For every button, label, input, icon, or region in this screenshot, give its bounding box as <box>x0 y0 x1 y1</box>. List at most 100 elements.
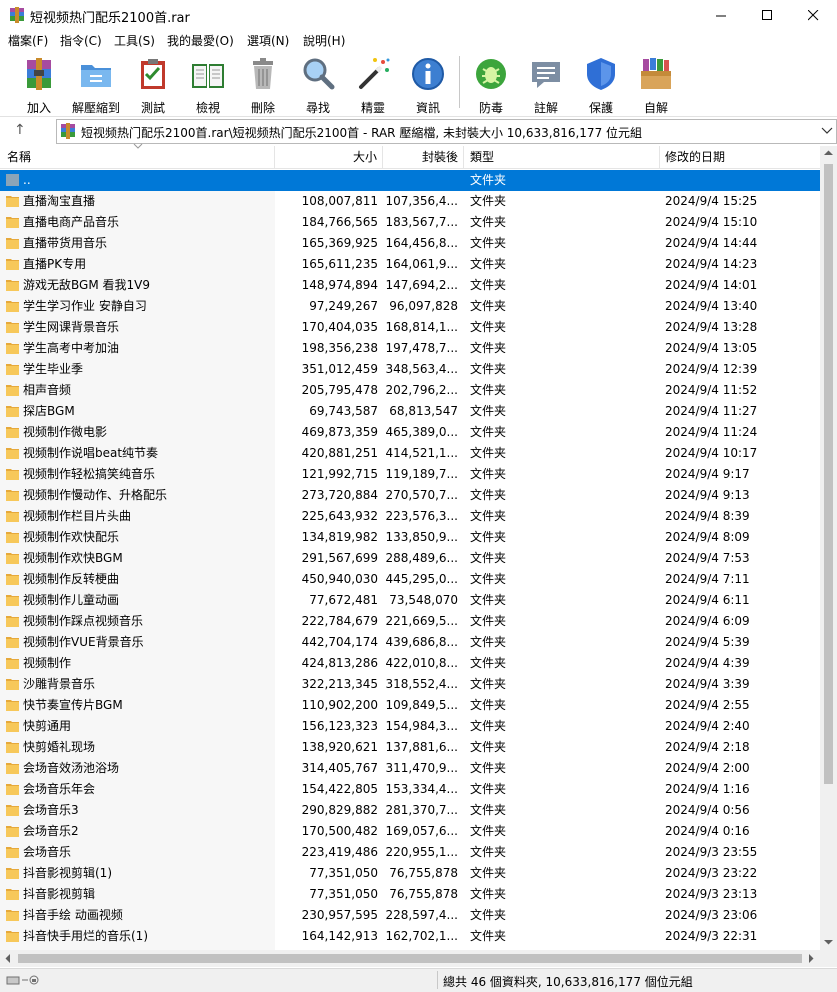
extract-to-button[interactable]: 解壓縮到 <box>66 54 126 115</box>
scroll-up-arrow-icon[interactable] <box>824 150 833 156</box>
close-button[interactable] <box>790 0 836 30</box>
table-row[interactable]: 视频制作说唱beat纯节奏 420,881,251 414,521,1... 文件夹 2… <box>0 443 820 464</box>
add-button[interactable]: 加入 <box>9 54 69 115</box>
antivirus-button[interactable]: 防毒 <box>461 54 521 115</box>
delete-button[interactable]: 刪除 <box>233 54 293 115</box>
file-modified: 2024/9/4 2:40 <box>665 719 750 733</box>
scroll-right-arrow-icon[interactable] <box>808 954 814 963</box>
protect-button[interactable]: 保護 <box>571 54 631 115</box>
table-row[interactable]: 抖音手绘 动画视频 230,957,595 228,597,4... 文件夹 2024/… <box>0 905 820 926</box>
wizard-button[interactable]: 精靈 <box>343 54 403 115</box>
file-modified: 2024/9/4 8:09 <box>665 530 750 544</box>
table-row[interactable]: 快节奏宣传片BGM 110,902,200 109,849,5... 文件夹 2024/… <box>0 695 820 716</box>
file-name: 视频制作 <box>23 656 72 670</box>
folder-icon <box>6 931 19 942</box>
table-row[interactable]: 视频制作反转梗曲 450,940,030 445,295,0... 文件夹 2024/9… <box>0 569 820 590</box>
vertical-scroll-thumb[interactable] <box>824 164 833 784</box>
table-row[interactable]: 直播PK专用 165,611,235 164,061,9... 文件夹 2024/9/4… <box>0 254 820 275</box>
horizontal-scroll-thumb[interactable] <box>18 954 802 963</box>
info-button[interactable]: 資訊 <box>398 54 458 115</box>
menu-commands[interactable]: 指令(C) <box>60 32 102 49</box>
table-row[interactable]: 抖音影视剪辑(1) 77,351,050 76,755,878 文件夹 2024/9/3… <box>0 863 820 884</box>
table-row[interactable]: 学生网课背景音乐 170,404,035 168,814,1... 文件夹 2024/9… <box>0 317 820 338</box>
table-row[interactable]: 直播带货用音乐 165,369,925 164,456,8... 文件夹 2024/9/… <box>0 233 820 254</box>
table-row[interactable]: 游戏无敌BGM 看我1V9 148,974,894 147,694,2... 文件夹 2… <box>0 275 820 296</box>
table-row[interactable]: 视频制作轻松搞笑纯音乐 121,992,715 119,189,7... 文件夹 202… <box>0 464 820 485</box>
file-modified: 2024/9/4 12:39 <box>665 362 758 376</box>
table-row[interactable]: 学生高考中考加油 198,356,238 197,478,7... 文件夹 2024/9… <box>0 338 820 359</box>
table-row[interactable]: 视频制作欢快配乐 134,819,982 133,850,9... 文件夹 2024/9… <box>0 527 820 548</box>
file-modified: 2024/9/4 5:39 <box>665 635 750 649</box>
menu-help[interactable]: 說明(H) <box>303 32 345 49</box>
table-row[interactable]: 会场音效汤池浴场 314,405,767 311,470,9... 文件夹 2024/9… <box>0 758 820 779</box>
table-row[interactable]: 相声音频 205,795,478 202,796,2... 文件夹 2024/9/4 1… <box>0 380 820 401</box>
sfx-button[interactable]: 自解 <box>626 54 686 115</box>
file-type: 文件夹 <box>470 467 507 481</box>
folder-icon <box>6 595 19 606</box>
table-row[interactable]: 视频制作VUE背景音乐 442,704,174 439,686,8... 文件夹 202… <box>0 632 820 653</box>
table-row[interactable]: 学生学习作业 安静自习 97,249,267 96,097,828 文件夹 2024/9… <box>0 296 820 317</box>
view-button[interactable]: 檢視 <box>178 54 238 115</box>
test-button[interactable]: 測試 <box>123 54 183 115</box>
menu-favorites[interactable]: 我的最愛(O) <box>167 32 234 49</box>
table-row[interactable]: 探店BGM 69,743,587 68,813,547 文件夹 2024/9/4 11:… <box>0 401 820 422</box>
table-row[interactable]: 视频制作儿童动画 77,672,481 73,548,070 文件夹 2024/9/4 … <box>0 590 820 611</box>
up-arrow-icon[interactable]: ↑ <box>14 122 26 138</box>
folder-icon <box>6 322 19 333</box>
scroll-left-arrow-icon[interactable] <box>5 954 11 963</box>
table-row[interactable]: 视频制作 424,813,286 422,010,8... 文件夹 2024/9/4 4… <box>0 653 820 674</box>
column-modified[interactable]: 修改的日期 <box>660 146 820 168</box>
horizontal-scrollbar[interactable] <box>0 950 820 967</box>
wizard-wand-icon <box>359 58 390 89</box>
table-row[interactable]: 视频制作微电影 469,873,359 465,389,0... 文件夹 2024/9/… <box>0 422 820 443</box>
column-size[interactable]: 大小 <box>275 146 383 168</box>
maximize-button[interactable] <box>744 0 790 30</box>
vertical-scrollbar[interactable] <box>820 146 837 950</box>
file-name: 会场音乐3 <box>23 803 79 817</box>
table-row[interactable]: 会场音乐 223,419,486 220,955,1... 文件夹 2024/9/3 2… <box>0 842 820 863</box>
table-row[interactable]: 视频制作慢动作、升格配乐 273,720,884 270,570,7... 文件夹 20… <box>0 485 820 506</box>
table-row[interactable]: 沙雕背景音乐 322,213,345 318,552,4... 文件夹 2024/9/4… <box>0 674 820 695</box>
table-row[interactable]: 视频制作欢快BGM 291,567,699 288,489,6... 文件夹 2024/… <box>0 548 820 569</box>
path-field[interactable]: 短视频热门配乐2100首.rar\短视频热门配乐2100首 - RAR 壓縮檔,… <box>56 119 837 144</box>
file-name: 视频制作欢快配乐 <box>23 530 120 544</box>
table-row[interactable]: 学生毕业季 351,012,459 348,563,4... 文件夹 2024/9/4 … <box>0 359 820 380</box>
scroll-down-arrow-icon[interactable] <box>824 939 833 945</box>
find-button[interactable]: 尋找 <box>288 54 348 115</box>
file-modified: 2024/9/4 14:23 <box>665 257 758 271</box>
table-row[interactable]: 快剪婚礼现场 138,920,621 137,881,6... 文件夹 2024/9/4… <box>0 737 820 758</box>
table-row[interactable]: 直播电商产品音乐 184,766,565 183,567,7... 文件夹 2024/9… <box>0 212 820 233</box>
table-row[interactable]: 抖音快手用烂的音乐(1) 164,142,913 162,702,1... 文件夹 20… <box>0 926 820 947</box>
table-row[interactable]: 视频制作踩点视频音乐 222,784,679 221,669,5... 文件夹 2024… <box>0 611 820 632</box>
table-row[interactable]: 直播淘宝直播 108,007,811 107,356,4... 文件夹 2024/9/4… <box>0 191 820 212</box>
comment-button[interactable]: 註解 <box>516 54 576 115</box>
table-row[interactable]: 抖音影视剪辑 77,351,050 76,755,878 文件夹 2024/9/3 23… <box>0 884 820 905</box>
chevron-down-icon[interactable] <box>821 122 833 138</box>
table-row[interactable]: 快剪通用 156,123,323 154,984,3... 文件夹 2024/9/4 2… <box>0 716 820 737</box>
menu-options[interactable]: 選項(N) <box>247 32 289 49</box>
file-size: 69,743,587 <box>309 404 378 418</box>
table-row[interactable]: 会场音乐3 290,829,882 281,370,7... 文件夹 2024/9/4 … <box>0 800 820 821</box>
file-modified: 2024/9/4 7:53 <box>665 551 750 565</box>
table-row[interactable]: 会场音乐2 170,500,482 169,057,6... 文件夹 2024/9/4 … <box>0 821 820 842</box>
menu-file[interactable]: 檔案(F) <box>8 32 48 49</box>
file-packed: 228,597,4... <box>385 908 458 922</box>
file-modified: 2024/9/4 2:18 <box>665 740 750 754</box>
minimize-button[interactable] <box>698 0 744 30</box>
column-name[interactable]: 名稱 <box>0 143 275 168</box>
file-type: 文件夹 <box>470 509 507 523</box>
file-size: 424,813,286 <box>301 656 378 670</box>
menu-tools[interactable]: 工具(S) <box>114 32 155 49</box>
column-type[interactable]: 類型 <box>464 146 660 168</box>
table-row[interactable]: 视频制作栏目片头曲 225,643,932 223,576,3... 文件夹 2024/… <box>0 506 820 527</box>
extract-folder-icon <box>81 65 111 87</box>
column-packed[interactable]: 封裝後 <box>383 146 464 168</box>
file-type: 文件夹 <box>470 236 507 250</box>
file-type: 文件夹 <box>470 866 507 880</box>
parent-folder-row[interactable]: .. 文件夹 <box>0 170 820 191</box>
folder-icon <box>6 364 19 375</box>
file-size: 148,974,894 <box>301 278 378 292</box>
trash-icon <box>253 58 273 89</box>
file-name: 视频制作反转梗曲 <box>23 572 120 586</box>
table-row[interactable]: 会场音乐年会 154,422,805 153,334,4... 文件夹 2024/9/4… <box>0 779 820 800</box>
